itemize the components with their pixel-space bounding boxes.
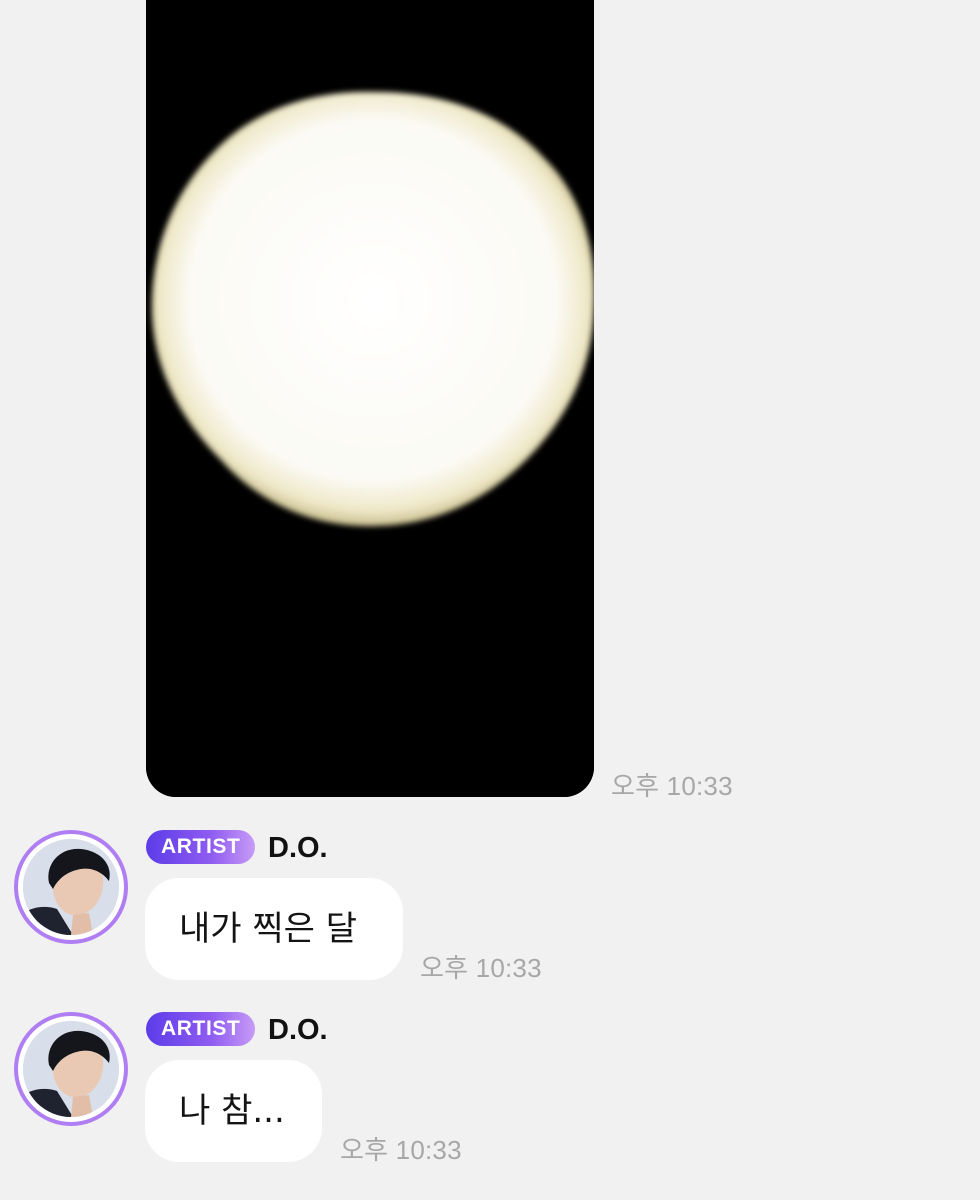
photo-message[interactable]	[146, 0, 594, 797]
photo-timestamp: 오후 10:33	[611, 771, 733, 801]
message-bubble[interactable]: 내가 찍은 달	[145, 878, 403, 980]
sender-name[interactable]: D.O.	[268, 1014, 328, 1047]
avatar[interactable]	[14, 830, 128, 944]
profile-photo-icon	[23, 1021, 119, 1117]
sender-name[interactable]: D.O.	[268, 832, 328, 865]
artist-badge: ARTIST	[146, 830, 256, 864]
message-bubble[interactable]: 나 참...	[145, 1060, 322, 1162]
avatar[interactable]	[14, 1012, 128, 1126]
artist-badge: ARTIST	[146, 1012, 256, 1046]
message-timestamp: 오후 10:33	[420, 953, 542, 983]
profile-photo-icon	[23, 839, 119, 935]
message-timestamp: 오후 10:33	[340, 1135, 462, 1165]
moon-photo	[146, 0, 594, 797]
